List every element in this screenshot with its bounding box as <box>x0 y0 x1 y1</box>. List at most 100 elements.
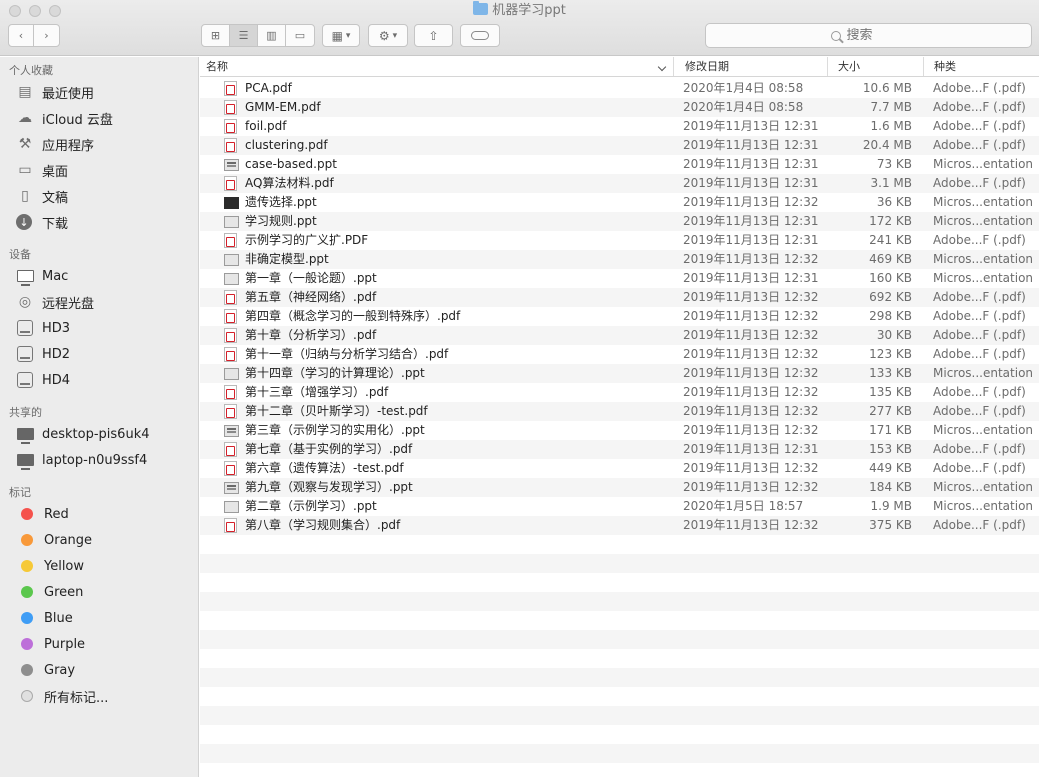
file-name-cell: 第三章（示例学习的实用化）.ppt <box>224 421 672 440</box>
file-kind: Adobe...F (.pdf) <box>933 100 1026 114</box>
list-view-button[interactable]: ☰ <box>230 25 258 46</box>
sidebar-item-remote-disc[interactable]: ◎ 远程光盘 <box>16 291 94 313</box>
file-row[interactable]: 遗传选择.ppt 2019年11月13日 12:32 36 KB Micros...e… <box>200 193 1039 212</box>
sidebar-item-downloads[interactable]: ↓ 下载 <box>16 211 68 233</box>
documents-icon: ▯ <box>21 188 29 204</box>
sidebar-item-documents[interactable]: ▯ 文稿 <box>16 185 68 207</box>
sidebar-tag-yellow[interactable]: Yellow <box>16 555 84 577</box>
search-field[interactable] <box>705 23 1032 48</box>
pdf-file-icon <box>224 119 237 134</box>
ppt-file-icon <box>224 196 239 209</box>
file-name-cell: 第十章（分析学习）.pdf <box>224 326 672 345</box>
forward-button[interactable]: › <box>34 25 59 46</box>
file-date: 2019年11月13日 12:32 <box>683 290 819 304</box>
sidebar-tag-green[interactable]: Green <box>16 581 83 603</box>
sidebar-item-label: 下载 <box>42 216 69 232</box>
shared-header: 共享的 <box>9 406 42 419</box>
file-row[interactable]: 第八章（学习规则集合）.pdf 2019年11月13日 12:32 375 KB Ad… <box>200 516 1039 535</box>
purple-tag-dot-icon <box>21 638 33 650</box>
file-row[interactable]: 非确定模型.ppt 2019年11月13日 12:32 469 KB Micros..… <box>200 250 1039 269</box>
file-row[interactable]: PCA.pdf 2020年1月4日 08:58 10.6 MB Adobe...F (… <box>200 79 1039 98</box>
sidebar-item-icloud[interactable]: ☁ iCloud 云盘 <box>16 107 113 129</box>
empty-row <box>200 725 1039 744</box>
file-row[interactable]: 第九章（观察与发现学习）.ppt 2019年11月13日 12:32 184 KB M… <box>200 478 1039 497</box>
sidebar-tag-blue[interactable]: Blue <box>16 607 73 629</box>
pdf-file-icon <box>224 290 237 305</box>
file-name: PCA.pdf <box>245 81 292 95</box>
sidebar-tag-orange[interactable]: Orange <box>16 529 92 551</box>
file-name-cell: 遗传选择.ppt <box>224 193 672 212</box>
sidebar-item-hd4[interactable]: HD4 <box>16 369 70 391</box>
file-row[interactable]: 第五章（神经网络）.pdf 2019年11月13日 12:32 692 KB Adob… <box>200 288 1039 307</box>
file-row[interactable]: 第十四章（学习的计算理论）.ppt 2019年11月13日 12:32 133 KB… <box>200 364 1039 383</box>
file-date: 2019年11月13日 12:32 <box>683 195 819 209</box>
group-button[interactable]: ▦ ▾ <box>322 24 360 47</box>
file-kind: Micros...entation <box>933 157 1034 171</box>
file-name-cell: 示例学习的广义扩.PDF <box>224 231 672 250</box>
file-row[interactable]: 示例学习的广义扩.PDF 2019年11月13日 12:31 241 KB Adobe… <box>200 231 1039 250</box>
file-row[interactable]: 第十一章（归纳与分析学习结合）.pdf 2019年11月13日 12:32 123 … <box>200 345 1039 364</box>
column-view-button[interactable]: ▥ <box>258 25 286 46</box>
file-date: 2019年11月13日 12:32 <box>683 328 819 342</box>
file-row[interactable]: 第十三章（增强学习）.pdf 2019年11月13日 12:32 135 KB Ado… <box>200 383 1039 402</box>
column-size-header[interactable]: 大小 <box>828 57 924 76</box>
sidebar-item-mac[interactable]: Mac <box>16 265 68 287</box>
file-row[interactable]: 第二章（示例学习）.ppt 2020年1月5日 18:57 1.9 MB Micros… <box>200 497 1039 516</box>
file-name-cell: 第十一章（归纳与分析学习结合）.pdf <box>224 345 672 364</box>
column-kind-header[interactable]: 种类 <box>924 57 1039 76</box>
sidebar-tag-all[interactable]: 所有标记... <box>16 685 108 707</box>
downloads-icon: ↓ <box>16 214 32 230</box>
file-name-cell: PCA.pdf <box>224 79 672 98</box>
sidebar-item-label: Mac <box>42 268 69 284</box>
all-tags-icon <box>21 690 33 702</box>
icon-view-button[interactable]: ⊞ <box>202 25 230 46</box>
sidebar-item-laptop-n0u9ssf4[interactable]: laptop-n0u9ssf4 <box>16 449 147 471</box>
file-row[interactable]: 第十章（分析学习）.pdf 2019年11月13日 12:32 30 KB Adobe… <box>200 326 1039 345</box>
folder-icon <box>473 1 489 15</box>
action-button[interactable]: ⚙ ▾ <box>368 24 408 47</box>
file-row[interactable]: 学习规则.ppt 2019年11月13日 12:31 172 KB Micros...… <box>200 212 1039 231</box>
ppt-file-icon <box>224 481 239 494</box>
file-kind: Adobe...F (.pdf) <box>933 518 1026 532</box>
file-row[interactable]: 第七章（基于实例的学习）.pdf 2019年11月13日 12:31 153 KB A… <box>200 440 1039 459</box>
sidebar-tag-purple[interactable]: Purple <box>16 633 85 655</box>
grid-icon: ⊞ <box>210 29 221 42</box>
sidebar-item-applications[interactable]: ⚒ 应用程序 <box>16 133 94 155</box>
file-name: foil.pdf <box>245 119 287 133</box>
file-row[interactable]: 第三章（示例学习的实用化）.ppt 2019年11月13日 12:32 171 KB… <box>200 421 1039 440</box>
file-row[interactable]: 第十二章（贝叶斯学习）-test.pdf 2019年11月13日 12:32 277… <box>200 402 1039 421</box>
empty-row <box>200 554 1039 573</box>
file-row[interactable]: 第六章（遗传算法）-test.pdf 2019年11月13日 12:32 449 K… <box>200 459 1039 478</box>
sidebar-tag-red[interactable]: Red <box>16 503 69 525</box>
share-button[interactable]: ⇧ <box>414 24 453 47</box>
tag-label: Green <box>44 584 84 600</box>
column-date-header[interactable]: 修改日期 <box>674 57 828 76</box>
search-input[interactable] <box>846 28 907 43</box>
sidebar-item-recents[interactable]: ▤ 最近使用 <box>16 81 94 103</box>
file-kind: Micros...entation <box>933 480 1034 494</box>
sidebar-item-desktop[interactable]: ▭ 桌面 <box>16 159 68 181</box>
back-button[interactable]: ‹ <box>9 25 34 46</box>
file-row[interactable]: 第一章（一般论题）.ppt 2019年11月13日 12:31 160 KB Micr… <box>200 269 1039 288</box>
file-name: 第五章（神经网络）.pdf <box>245 290 377 304</box>
file-row[interactable]: case-based.ppt 2019年11月13日 12:31 73 KB Micr… <box>200 155 1039 174</box>
file-row[interactable]: 第四章（概念学习的一般到特殊序）.pdf 2019年11月13日 12:32 298… <box>200 307 1039 326</box>
column-name-header[interactable]: 名称 <box>200 57 674 76</box>
finder-window: 机器学习ppt ‹ › ⊞ ☰ ▥ ▭ ▦▾ ⚙▾ ⇧ 个人收藏 <box>0 0 1039 777</box>
file-row[interactable]: foil.pdf 2019年11月13日 12:31 1.6 MB Adobe...F… <box>200 117 1039 136</box>
file-date: 2019年11月13日 12:32 <box>683 518 819 532</box>
file-row[interactable]: GMM-EM.pdf 2020年1月4日 08:58 7.7 MB Adobe...F… <box>200 98 1039 117</box>
tag-button[interactable] <box>460 24 500 47</box>
file-kind: Adobe...F (.pdf) <box>933 309 1026 323</box>
file-row[interactable]: clustering.pdf 2019年11月13日 12:31 20.4 MB Ad… <box>200 136 1039 155</box>
sidebar-tag-gray[interactable]: Gray <box>16 659 75 681</box>
sidebar-item-desktop-pis6uk4[interactable]: desktop-pis6uk4 <box>16 423 150 445</box>
sidebar-item-hd2[interactable]: HD2 <box>16 343 70 365</box>
gallery-view-button[interactable]: ▭ <box>286 25 314 46</box>
tag-label: Orange <box>44 532 93 548</box>
file-row[interactable]: AQ算法材料.pdf 2019年11月13日 12:31 3.1 MB Adobe..… <box>200 174 1039 193</box>
file-name-cell: 第十四章（学习的计算理论）.ppt <box>224 364 672 383</box>
file-kind: Adobe...F (.pdf) <box>933 461 1026 475</box>
sidebar-item-hd3[interactable]: HD3 <box>16 317 70 339</box>
pdf-file-icon <box>224 81 237 96</box>
